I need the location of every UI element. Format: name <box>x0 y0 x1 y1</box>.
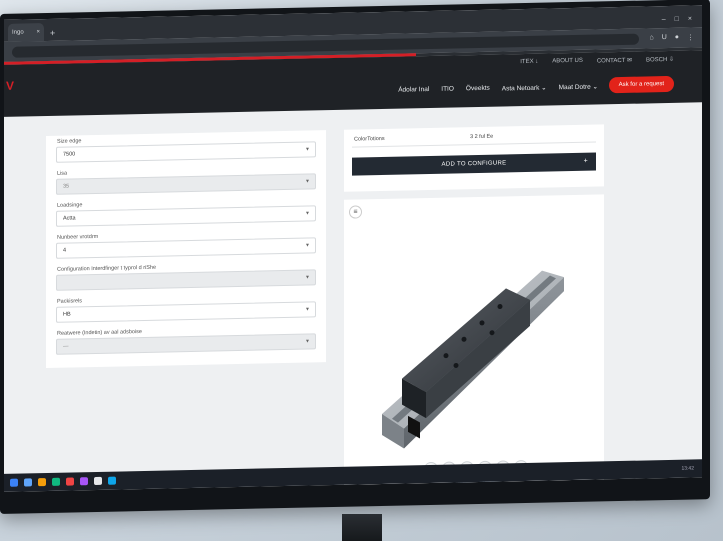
product-column: ColorTotions 3 2 ful Ee ADD TO CONFIGURE… <box>344 124 604 492</box>
option-row[interactable]: ColorTotions 3 2 ful Ee <box>352 126 596 148</box>
main-nav: Ádolar Inal ITIO Öveekts Asta Netoark ⌄ … <box>398 82 598 94</box>
plus-icon: + <box>583 157 588 165</box>
configurator-card: Size edge 7500 ▼ Lisa 35 ▼ Loadsinge Actta ▼ Nunb… <box>46 130 326 369</box>
add-to-configure-label: ADD TO CONFIGURE <box>441 160 507 168</box>
option-row-label: ColorTotions <box>354 135 385 143</box>
utility-links: ITEX ↓ ABOUT US CONTACT ✉ BOSCH ⇩ <box>520 56 674 66</box>
nav-item-2[interactable]: ITIO <box>441 85 454 93</box>
taskbar-app-icon[interactable] <box>38 478 46 487</box>
config-field: Nunbeer vrotdrm 4 ▼ <box>56 228 316 259</box>
taskbar-app-icon[interactable] <box>66 477 74 486</box>
maximize-icon[interactable]: □ <box>675 16 679 23</box>
config-field: Loadsinge Actta ▼ <box>56 196 316 227</box>
option-row-value: 3 2 ful Ee <box>470 133 494 140</box>
minimize-icon[interactable]: – <box>662 16 666 23</box>
taskbar-app-icon[interactable] <box>24 478 32 487</box>
nav-item-1[interactable]: Ádolar Inal <box>398 86 429 95</box>
viewer-menu-button[interactable]: ≡ <box>349 205 362 219</box>
3d-viewer[interactable]: ≡ Descrgnmmen Isooleunsno <box>344 194 604 492</box>
request-button[interactable]: Ask for a request <box>608 75 674 94</box>
monitor-stand <box>342 514 382 541</box>
chevron-down-icon: ▼ <box>305 178 310 185</box>
taskbar-app-icon[interactable] <box>94 476 102 486</box>
linear-rail-model-image[interactable] <box>364 255 584 460</box>
browser-tab[interactable]: Ingo × <box>8 23 44 42</box>
config-field-value: 7500 <box>63 151 76 158</box>
config-field: Size edge 7500 ▼ <box>56 132 316 163</box>
config-field-value: — <box>63 343 69 350</box>
tab-title: Ingo <box>12 29 24 36</box>
nav-item-4[interactable]: Asta Netoark ⌄ <box>502 84 547 93</box>
new-tab-button[interactable]: + <box>50 28 55 38</box>
util-link-1[interactable]: ITEX ↓ <box>520 59 538 66</box>
config-field: Configuration Interdfinger t typrol d ri… <box>56 260 316 291</box>
address-bar-icons: ⌂ U ● ⋮ <box>649 33 694 42</box>
taskbar-clock: 13:42 <box>681 465 694 472</box>
util-link-3[interactable]: CONTACT ✉ <box>597 57 632 65</box>
nav-item-5[interactable]: Maat Dotre ⌄ <box>559 82 598 91</box>
brand-logo[interactable]: V <box>6 79 14 93</box>
scene: Ingo × + – □ × ⌂ U ● ⋮ V ITEX ↓ ABOUT US… <box>0 0 723 541</box>
config-field-value: 4 <box>63 247 67 254</box>
config-field: Reatwere (Indetin) av aal adsboise — ▼ <box>56 324 316 355</box>
product-options-card: ColorTotions 3 2 ful Ee ADD TO CONFIGURE… <box>344 124 604 192</box>
page-content: Size edge 7500 ▼ Lisa 35 ▼ Loadsinge Actta ▼ Nunb… <box>4 122 702 492</box>
config-field: Lisa 35 ▼ <box>56 164 316 195</box>
home-icon[interactable]: ⌂ <box>649 34 653 42</box>
extension-icon[interactable]: U <box>662 34 667 42</box>
nav-item-3[interactable]: Öveekts <box>466 85 490 93</box>
add-to-configure-button[interactable]: ADD TO CONFIGURE + <box>352 152 596 176</box>
close-window-icon[interactable]: × <box>688 16 692 23</box>
util-link-2[interactable]: ABOUT US <box>552 58 583 66</box>
start-icon[interactable] <box>10 478 18 487</box>
chevron-down-icon: ▼ <box>305 146 310 153</box>
screen: Ingo × + – □ × ⌂ U ● ⋮ V ITEX ↓ ABOUT US… <box>4 5 702 492</box>
monitor-bezel: Ingo × + – □ × ⌂ U ● ⋮ V ITEX ↓ ABOUT US… <box>0 0 710 514</box>
chevron-down-icon: ▼ <box>305 338 310 345</box>
taskbar-app-icon[interactable] <box>52 477 60 486</box>
util-link-4[interactable]: BOSCH ⇩ <box>646 56 674 64</box>
profile-icon[interactable]: ● <box>675 34 679 42</box>
chevron-down-icon: ▼ <box>305 210 310 217</box>
kebab-menu-icon[interactable]: ⋮ <box>687 33 694 41</box>
window-controls: – □ × <box>662 15 702 28</box>
tab-close-icon[interactable]: × <box>36 29 40 35</box>
config-field-value: Actta <box>63 215 76 222</box>
chevron-down-icon: ▼ <box>305 242 310 249</box>
chevron-down-icon: ▼ <box>305 306 310 313</box>
config-field-value: HB <box>63 311 71 318</box>
taskbar-app-icon[interactable] <box>108 476 116 485</box>
config-field: Packisrels HB ▼ <box>56 292 316 323</box>
taskbar-app-icon[interactable] <box>80 477 88 486</box>
config-field-value: 35 <box>63 183 70 190</box>
chevron-down-icon: ▼ <box>305 274 310 281</box>
